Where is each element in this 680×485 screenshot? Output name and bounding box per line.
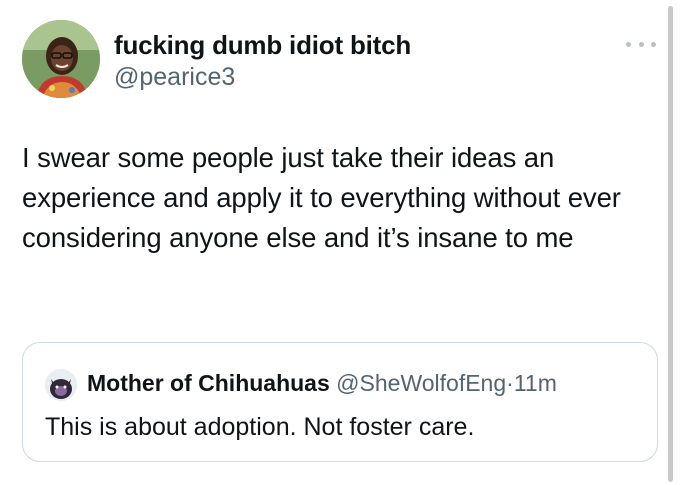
more-horizontal-icon bbox=[651, 41, 656, 47]
quoted-author-display-name[interactable]: Mother of Chihuahuas bbox=[87, 370, 330, 396]
quoted-tweet-text: This is about adoption. Not foster care. bbox=[45, 413, 475, 441]
author-handle[interactable]: @pearice3 bbox=[114, 63, 235, 92]
quoted-tweet-header: Mother of Chihuahuas @SheWolfofEng·11m bbox=[87, 368, 557, 398]
profile-photo-icon bbox=[45, 369, 77, 401]
quoted-tweet-timestamp[interactable]: 11m bbox=[514, 370, 557, 396]
quoted-author-handle[interactable]: @SheWolfofEng bbox=[336, 370, 506, 396]
more-options-button[interactable] bbox=[626, 34, 656, 54]
quoted-tweet[interactable]: Mother of Chihuahuas @SheWolfofEng·11m T… bbox=[22, 342, 658, 462]
separator-dot: · bbox=[506, 370, 514, 396]
tweet-text: I swear some people just take their idea… bbox=[22, 142, 621, 253]
profile-photo-icon bbox=[22, 20, 100, 98]
author-display-name[interactable]: fucking dumb idiot bitch bbox=[114, 30, 411, 61]
tweet[interactable]: fucking dumb idiot bitch @pearice3 I swe… bbox=[0, 0, 680, 485]
quoted-author-avatar[interactable] bbox=[45, 369, 77, 401]
author-avatar[interactable] bbox=[22, 20, 100, 98]
more-horizontal-icon bbox=[626, 41, 631, 47]
scrollbar[interactable] bbox=[668, 6, 673, 482]
more-horizontal-icon bbox=[638, 41, 644, 47]
